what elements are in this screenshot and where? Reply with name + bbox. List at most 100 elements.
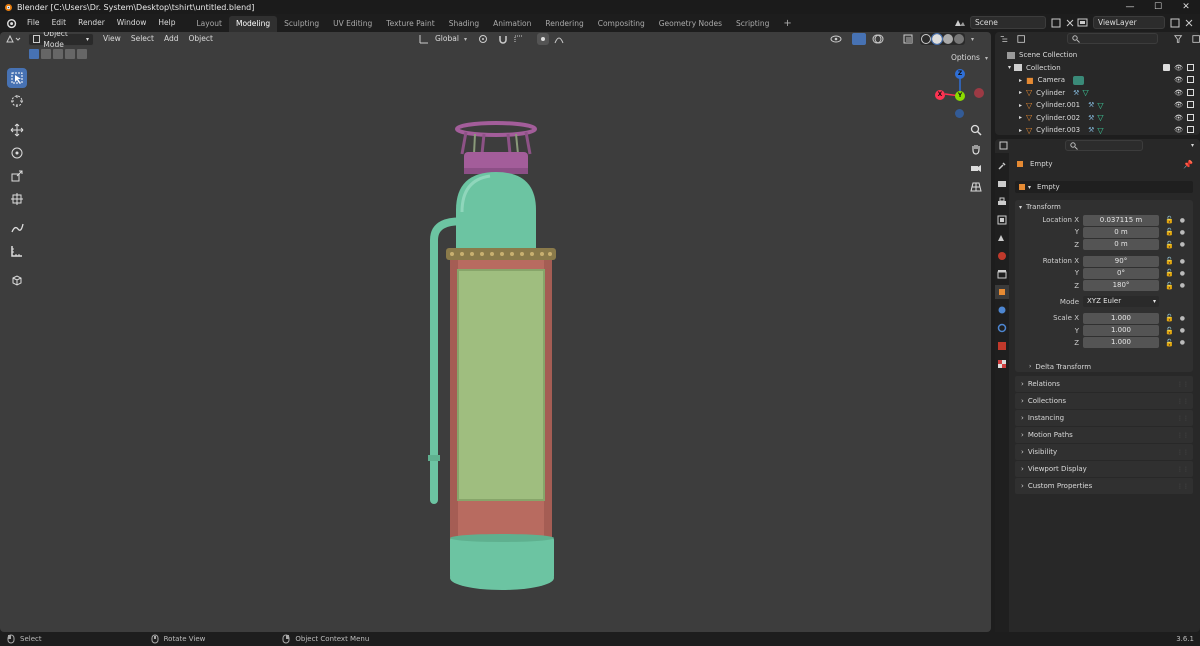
workspace-tab-layout[interactable]: Layout — [189, 16, 229, 32]
panel-collections[interactable]: › Collections ⋮⋮ — [1015, 393, 1193, 409]
keyframe-dot-icon[interactable]: ● — [1180, 282, 1185, 289]
drag-handle-icon[interactable]: ⋮⋮ — [1177, 483, 1189, 490]
transform-header[interactable]: ▾ Transform — [1015, 200, 1193, 214]
rotation-y-field[interactable]: 0° — [1083, 267, 1159, 279]
panel-instancing[interactable]: › Instancing ⋮⋮ — [1015, 410, 1193, 426]
lock-icon[interactable]: 🔓 — [1165, 339, 1174, 347]
properties-search-input[interactable] — [1065, 140, 1143, 151]
gizmo-neg-z-axis[interactable] — [955, 109, 964, 118]
mode-dropdown[interactable]: Object Mode ▾ — [28, 32, 94, 49]
chevron-down-icon[interactable]: ▾ — [1008, 64, 1011, 71]
keyframe-dot-icon[interactable]: ● — [1180, 241, 1185, 248]
scale-y-field[interactable]: 1.000 — [1083, 325, 1159, 337]
panel-relations[interactable]: › Relations ⋮⋮ — [1015, 376, 1193, 392]
zoom-button[interactable] — [968, 122, 984, 138]
cursor-tool[interactable] — [7, 91, 27, 111]
pivot-point-icon[interactable] — [477, 33, 491, 45]
rotation-z-field[interactable]: 180° — [1083, 280, 1159, 292]
shading-options-icon[interactable]: ▾ — [971, 36, 974, 43]
workspace-tab-modeling[interactable]: Modeling — [228, 16, 278, 32]
snap-target-icon[interactable] — [513, 33, 527, 45]
render-camera-icon[interactable] — [1187, 113, 1194, 121]
lock-icon[interactable]: 🔓 — [1165, 282, 1174, 290]
delta-transform-row[interactable]: › Delta Transform — [1015, 359, 1193, 374]
measure-tool[interactable] — [7, 241, 27, 261]
render-camera-icon[interactable] — [1187, 63, 1194, 71]
filter-icon[interactable] — [1174, 34, 1186, 44]
lock-icon[interactable]: 🔓 — [1165, 241, 1174, 249]
modifier-wrench-icon[interactable]: ⚒ — [1088, 101, 1094, 109]
drag-handle-icon[interactable]: ⋮⋮ — [1177, 432, 1189, 439]
outliner-editor-icon[interactable] — [999, 34, 1011, 44]
keyframe-dot-icon[interactable]: ● — [1180, 229, 1185, 236]
gizmo-toggle-icon[interactable] — [852, 33, 866, 45]
viewport-menu-select[interactable]: Select — [126, 32, 159, 46]
panel-custom-properties[interactable]: › Custom Properties ⋮⋮ — [1015, 478, 1193, 494]
workspace-tab-geometry-nodes[interactable]: Geometry Nodes — [652, 16, 729, 32]
keyframe-dot-icon[interactable]: ● — [1180, 327, 1185, 334]
select-invert-icon[interactable] — [65, 49, 75, 59]
scene-tab[interactable] — [995, 231, 1009, 245]
chevron-down-icon[interactable]: ▾ — [1191, 142, 1194, 149]
rotation-mode-dropdown[interactable]: XYZ Euler ▾ — [1083, 296, 1159, 308]
workspace-tab-texture-paint[interactable]: Texture Paint — [379, 16, 441, 32]
lock-icon[interactable]: 🔓 — [1165, 228, 1174, 236]
wireframe-shading-icon[interactable] — [921, 34, 931, 44]
menu-help[interactable]: Help — [152, 14, 181, 32]
outliner-search-input[interactable] — [1066, 33, 1159, 44]
mesh-data-icon[interactable]: ▽ — [1082, 88, 1088, 97]
constraints-tab[interactable] — [995, 339, 1009, 353]
outliner-item-camera[interactable]: ▸ ■ Camera 👁 — [995, 74, 1200, 87]
drag-handle-icon[interactable]: ⋮⋮ — [1177, 466, 1189, 473]
eye-icon[interactable]: 👁 — [1174, 64, 1183, 72]
close-button[interactable]: ✕ — [1172, 0, 1200, 14]
chevron-right-icon[interactable]: ▸ — [1019, 102, 1022, 109]
pan-button[interactable] — [968, 141, 984, 157]
eye-icon[interactable]: 👁 — [1174, 114, 1183, 122]
select-new-icon[interactable] — [29, 49, 39, 59]
physics-tab[interactable] — [995, 321, 1009, 335]
mesh-data-icon[interactable]: ▽ — [1097, 126, 1103, 135]
keyframe-dot-icon[interactable]: ● — [1180, 258, 1185, 265]
panel-visibility[interactable]: › Visibility ⋮⋮ — [1015, 444, 1193, 460]
camera-data-icon[interactable] — [1073, 75, 1085, 85]
outliner-scene-collection[interactable]: Scene Collection — [995, 49, 1200, 62]
fire-extinguisher-model[interactable] — [420, 120, 570, 600]
maximize-button[interactable]: ☐ — [1144, 0, 1172, 14]
collection-tab[interactable] — [995, 267, 1009, 281]
gizmo-y-axis[interactable]: Y — [955, 91, 965, 101]
new-viewlayer-icon[interactable] — [1169, 17, 1181, 29]
pin-icon[interactable]: 📌 — [1183, 160, 1193, 169]
outliner-item-cylinder-002[interactable]: ▸ ▽ Cylinder.002 ⚒ ▽ 👁 — [995, 112, 1200, 125]
drag-handle-icon[interactable]: ⋮⋮ — [1177, 415, 1189, 422]
visibility-options-icon[interactable] — [830, 33, 846, 45]
keyframe-dot-icon[interactable]: ● — [1180, 270, 1185, 277]
gizmo-x-axis[interactable]: X — [935, 90, 945, 100]
location-x-field[interactable]: 0.037115 m — [1083, 214, 1159, 226]
scale-z-field[interactable]: 1.000 — [1083, 337, 1159, 349]
workspace-tab-shading[interactable]: Shading — [442, 16, 486, 32]
modifier-wrench-icon[interactable]: ⚒ — [1073, 89, 1079, 97]
render-camera-icon[interactable] — [1187, 101, 1194, 109]
overlays-icon[interactable] — [872, 33, 884, 45]
output-tab[interactable] — [995, 195, 1009, 209]
render-camera-icon[interactable] — [1187, 88, 1194, 96]
world-tab[interactable] — [995, 249, 1009, 263]
rendered-shading-icon[interactable] — [954, 34, 964, 44]
drag-handle-icon[interactable]: ⋮⋮ — [1177, 381, 1189, 388]
modifier-wrench-icon[interactable]: ⚒ — [1088, 126, 1094, 134]
delete-viewlayer-icon[interactable] — [1183, 17, 1195, 29]
scene-selector[interactable]: Scene — [953, 16, 1076, 29]
eye-icon[interactable]: 👁 — [1174, 76, 1183, 84]
workspace-tab-scripting[interactable]: Scripting — [729, 16, 776, 32]
material-shading-icon[interactable] — [943, 34, 953, 44]
add-cube-tool[interactable] — [7, 270, 27, 290]
scene-field[interactable]: Scene — [970, 16, 1046, 29]
rotation-x-field[interactable]: 90° — [1083, 255, 1159, 267]
lock-icon[interactable]: 🔓 — [1165, 257, 1174, 265]
new-collection-icon[interactable] — [1192, 34, 1200, 44]
workspace-tab-compositing[interactable]: Compositing — [591, 16, 652, 32]
chevron-right-icon[interactable]: ▸ — [1019, 89, 1022, 96]
editor-type-icon[interactable] — [4, 33, 22, 45]
scale-x-field[interactable]: 1.000 — [1083, 312, 1159, 324]
